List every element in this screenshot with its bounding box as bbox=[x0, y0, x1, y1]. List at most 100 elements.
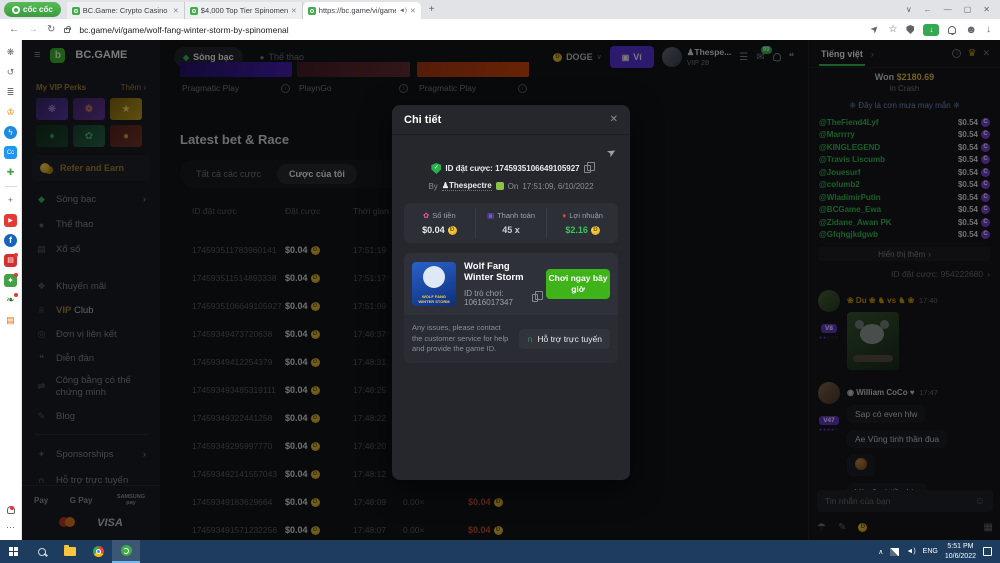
maximize-button[interactable]: ▢ bbox=[964, 5, 972, 14]
coccoc-app-icon[interactable]: Cc bbox=[4, 146, 17, 159]
copy-icon[interactable] bbox=[532, 294, 538, 302]
coccoc-taskbar-icon[interactable] bbox=[112, 540, 140, 563]
crown-icon[interactable]: ♔ bbox=[4, 106, 17, 119]
stat-amount: ✿Số tiền $0.04Đ bbox=[404, 203, 475, 243]
tab-close-icon[interactable]: ✕ bbox=[173, 7, 179, 15]
game-card: WOLF FANGWINTER STORM Wolf Fang Winter S… bbox=[404, 253, 618, 315]
download-arrow-icon: ↓ bbox=[929, 25, 933, 34]
system-tray: ∧ ◄) ENG 5:51 PM 10/6/2022 bbox=[878, 542, 1000, 560]
file-explorer-icon[interactable] bbox=[56, 540, 84, 563]
profit-value: $2.16 bbox=[565, 225, 588, 235]
youtube-icon[interactable]: ▶ bbox=[4, 214, 17, 227]
tray-time: 5:51 PM bbox=[945, 542, 976, 551]
games-icon[interactable]: ✚ bbox=[4, 166, 17, 179]
lock-icon[interactable] bbox=[64, 28, 70, 33]
language-indicator[interactable]: ENG bbox=[923, 548, 938, 555]
volume-icon[interactable]: ◄) bbox=[906, 548, 915, 555]
recent-tabs-icon[interactable]: ← bbox=[924, 5, 932, 14]
download-video-button[interactable]: ↓ bbox=[923, 24, 939, 36]
brand-label: cốc cốc bbox=[23, 5, 53, 14]
bookmark-icon[interactable]: ☆ bbox=[888, 24, 897, 35]
gear-icon[interactable]: ❋ bbox=[4, 46, 17, 59]
doge-coin-icon: Đ bbox=[448, 226, 457, 235]
tab-close-icon[interactable]: ✕ bbox=[410, 7, 416, 15]
amount-icon: ✿ bbox=[423, 211, 429, 220]
profit-icon: ♦ bbox=[562, 211, 566, 220]
taskbar-search-icon[interactable] bbox=[28, 540, 56, 563]
tray-date: 10/6/2022 bbox=[945, 552, 976, 561]
forward-button[interactable]: → bbox=[28, 24, 38, 35]
bcgame-favicon bbox=[190, 7, 198, 15]
newsfeed-icon[interactable]: ≣ bbox=[4, 86, 17, 99]
browser-tab-active[interactable]: https://bc.game/vi/game ◄) ✕ bbox=[303, 2, 421, 19]
adblock-shield-icon[interactable] bbox=[906, 25, 914, 34]
on-label: On bbox=[508, 182, 519, 191]
history-icon[interactable]: ↺ bbox=[4, 66, 17, 79]
address-bar: ← → ↻ bc.game/vi/game/wolf-fang-winter-s… bbox=[0, 19, 1000, 40]
tab-close-icon[interactable]: ✕ bbox=[291, 7, 297, 15]
tab-title: $4,000 Top Tier Spinomenal bbox=[201, 6, 288, 15]
shop-app-icon[interactable]: ▤ bbox=[4, 254, 17, 267]
support-button[interactable]: ∩ Hỗ trợ trực tuyến bbox=[519, 329, 610, 349]
url-text[interactable]: bc.game/vi/game/wolf-fang-winter-storm-b… bbox=[79, 25, 862, 35]
amount-value: $0.04 bbox=[422, 225, 445, 235]
reload-button[interactable]: ↻ bbox=[47, 24, 55, 35]
modal-title: Chi tiết bbox=[404, 114, 441, 126]
more-icon[interactable]: ⋯ bbox=[4, 521, 17, 534]
tab-title: BC.Game: Crypto Casino Ga bbox=[83, 6, 170, 15]
add-shortcut-icon[interactable]: + bbox=[4, 194, 17, 207]
minimize-button[interactable]: — bbox=[944, 5, 952, 14]
windows-taskbar: ∧ ◄) ENG 5:51 PM 10/6/2022 bbox=[0, 540, 1000, 563]
stat-payout: ▣Thanh toán 45 x bbox=[476, 203, 547, 243]
payout-value: 45 x bbox=[502, 225, 520, 235]
back-button[interactable]: ← bbox=[9, 24, 19, 35]
downloads-icon[interactable]: ↓ bbox=[986, 24, 991, 35]
browser-tab-1[interactable]: BC.Game: Crypto Casino Ga ✕ bbox=[67, 2, 185, 19]
game-thumbnail[interactable]: WOLF FANGWINTER STORM bbox=[412, 262, 456, 306]
game-id: 10616017347 bbox=[464, 298, 513, 307]
support-note: Any issues, please contact the customer … bbox=[412, 323, 511, 355]
bcgame-favicon bbox=[72, 7, 80, 15]
by-label: By bbox=[428, 182, 437, 191]
screen: cốc cốc BC.Game: Crypto Casino Ga ✕ $4,0… bbox=[0, 0, 1000, 563]
modal-bet-id: 1745935106649105927 bbox=[495, 164, 580, 173]
shipping-icon[interactable]: ❧ bbox=[4, 294, 17, 307]
notifications-icon[interactable] bbox=[948, 26, 956, 34]
profile-avatar-icon[interactable]: ☻ bbox=[965, 24, 977, 36]
action-center-icon[interactable] bbox=[983, 547, 992, 556]
facebook-icon[interactable]: f bbox=[4, 234, 17, 247]
bet-datetime: 17:51:09, 6/10/2022 bbox=[522, 182, 593, 191]
close-window-button[interactable]: ✕ bbox=[983, 5, 990, 14]
new-tab-button[interactable]: + bbox=[429, 4, 435, 15]
share-bet-icon[interactable]: ➤ bbox=[604, 145, 618, 161]
doge-coin-icon: Đ bbox=[591, 226, 600, 235]
tray-expand-icon[interactable]: ∧ bbox=[878, 548, 883, 556]
coccoc-sidebar-rail: ❋ ↺ ≣ ♔ ϟ Cc ✚ + ▶ f ▤ ✦ ❧ ▤ ⋯ bbox=[0, 40, 22, 540]
tab-strip: cốc cốc BC.Game: Crypto Casino Ga ✕ $4,0… bbox=[0, 0, 1000, 19]
rail-bell-icon[interactable] bbox=[7, 506, 15, 514]
start-button[interactable] bbox=[0, 540, 28, 563]
gift-icon[interactable]: ✦ bbox=[4, 274, 17, 287]
messenger-icon[interactable]: ϟ bbox=[4, 126, 17, 139]
player-link[interactable]: ♟Thespectre bbox=[442, 181, 492, 191]
browser-tab-2[interactable]: $4,000 Top Tier Spinomenal ✕ bbox=[185, 2, 303, 19]
bcgame-favicon bbox=[308, 7, 316, 15]
stat-profit: ♦Lợi nhuận $2.16Đ bbox=[547, 203, 618, 243]
tab-search-icon[interactable]: ∨ bbox=[906, 5, 912, 14]
chrome-icon[interactable] bbox=[84, 540, 112, 563]
play-now-button[interactable]: Chơi ngay bây giờ bbox=[546, 269, 610, 298]
coccoc-menu-button[interactable]: cốc cốc bbox=[4, 2, 61, 17]
modal-close-icon[interactable]: ✕ bbox=[610, 114, 618, 125]
tab-audio-icon[interactable]: ◄) bbox=[399, 8, 407, 14]
payout-icon: ▣ bbox=[487, 211, 494, 220]
cart-icon[interactable]: ▤ bbox=[4, 314, 17, 327]
copy-icon[interactable] bbox=[584, 165, 591, 173]
share-page-icon[interactable]: ➤ bbox=[868, 23, 882, 37]
verified-shield-icon: ✓ bbox=[431, 163, 441, 174]
clock[interactable]: 5:51 PM 10/6/2022 bbox=[945, 542, 976, 560]
network-icon[interactable] bbox=[890, 548, 899, 556]
game-title: Wolf Fang Winter Storm bbox=[464, 261, 538, 283]
coccoc-logo-icon bbox=[12, 6, 20, 14]
tab-title: https://bc.game/vi/game bbox=[319, 6, 396, 15]
pawn-icon: ♟ bbox=[442, 181, 449, 190]
